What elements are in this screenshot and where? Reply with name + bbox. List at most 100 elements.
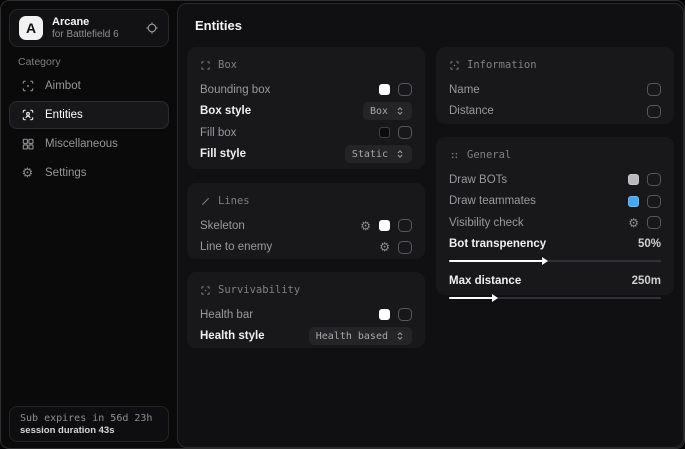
information-icon: [449, 60, 460, 71]
setting-label: Distance: [449, 105, 494, 117]
slider-thumb[interactable]: [542, 257, 548, 265]
skeleton-color-swatch[interactable]: [379, 220, 390, 231]
arcane-window: A Arcane for Battlefield 6 Category Aimb…: [0, 0, 685, 449]
dropdown-value: Static: [352, 149, 388, 160]
setting-row-health-bar: Health bar: [200, 304, 412, 326]
chevron-updown-icon: [395, 331, 405, 341]
setting-label: Visibility check: [449, 217, 524, 229]
bot-transparency-value: 50%: [638, 238, 661, 250]
chevron-updown-icon: [395, 106, 405, 116]
general-grid-icon: [449, 150, 460, 161]
app-name: Arcane: [52, 16, 136, 29]
panel-general: General Draw BOTs Draw teammates Visibil…: [436, 137, 674, 295]
max-distance-value: 250m: [632, 275, 661, 287]
setting-row-fill-box: Fill box: [200, 122, 412, 144]
panel-information: Information Name Distance: [436, 47, 674, 124]
visibility-check-settings-gear-icon[interactable]: ⚙: [628, 217, 639, 229]
name-checkbox[interactable]: [647, 83, 661, 96]
visibility-check-checkbox[interactable]: [647, 216, 661, 229]
panel-title: Survivability: [218, 284, 300, 296]
dropdown-value: Box: [370, 106, 388, 117]
sub-expiry-text: Sub expires in 56d 23h: [20, 413, 158, 424]
slider-fill: [449, 260, 544, 262]
draw-bots-checkbox[interactable]: [647, 173, 661, 186]
health-bar-checkbox[interactable]: [398, 308, 412, 321]
skeleton-checkbox[interactable]: [398, 219, 412, 232]
line-to-enemy-settings-gear-icon[interactable]: ⚙: [379, 241, 390, 253]
health-style-dropdown[interactable]: Health based: [309, 327, 412, 345]
setting-row-health-style: Health style Health based: [200, 326, 412, 348]
app-logo: A: [19, 16, 43, 40]
sidebar-item-label: Miscellaneous: [45, 138, 118, 150]
setting-row-draw-bots: Draw BOTs: [449, 169, 661, 191]
box-style-dropdown[interactable]: Box: [363, 102, 412, 120]
category-label: Category: [18, 56, 61, 68]
fill-box-color-swatch[interactable]: [379, 127, 390, 138]
sidebar-nav: Aimbot Entities Miscellaneous ⚙ Settings: [9, 72, 169, 187]
setting-row-bounding-box: Bounding box: [200, 79, 412, 101]
bounding-box-checkbox[interactable]: [398, 83, 412, 96]
line-to-enemy-checkbox[interactable]: [398, 241, 412, 254]
setting-label: Draw BOTs: [449, 174, 507, 186]
sidebar-item-entities[interactable]: Entities: [9, 101, 169, 129]
panel-title: General: [467, 149, 511, 161]
panel-survivability: Survivability Health bar Health style He…: [187, 272, 425, 348]
distance-checkbox[interactable]: [647, 105, 661, 118]
setting-label: Draw teammates: [449, 195, 536, 207]
settings-gear-icon: ⚙: [20, 165, 35, 181]
setting-row-skeleton: Skeleton ⚙: [200, 215, 412, 237]
setting-row-line-to-enemy: Line to enemy ⚙: [200, 237, 412, 259]
sidebar: A Arcane for Battlefield 6 Category Aimb…: [1, 1, 177, 448]
setting-label: Line to enemy: [200, 241, 272, 253]
draw-teammates-color-swatch[interactable]: [628, 196, 639, 207]
health-bar-color-swatch[interactable]: [379, 309, 390, 320]
sidebar-item-miscellaneous[interactable]: Miscellaneous: [9, 130, 169, 158]
entities-person-scan-icon: [20, 108, 35, 122]
setting-label: Health bar: [200, 309, 253, 321]
bot-transparency-slider[interactable]: [449, 256, 661, 266]
setting-row-name: Name: [449, 79, 661, 101]
panel-title: Information: [467, 59, 537, 71]
setting-row-distance: Distance: [449, 101, 661, 123]
app-subtitle: for Battlefield 6: [52, 29, 136, 41]
panel-lines: Lines Skeleton ⚙ Line to enemy ⚙: [187, 183, 425, 259]
chevron-updown-icon: [395, 149, 405, 159]
main-panel: Entities Box Bounding box Box style Box: [177, 3, 684, 448]
sidebar-item-settings[interactable]: ⚙ Settings: [9, 159, 169, 187]
setting-label: Max distance: [449, 275, 521, 287]
setting-row-draw-teammates: Draw teammates: [449, 191, 661, 213]
sidebar-item-aimbot[interactable]: Aimbot: [9, 72, 169, 100]
miscellaneous-grid-icon: [20, 137, 35, 151]
setting-label: Fill box: [200, 127, 236, 139]
draw-teammates-checkbox[interactable]: [647, 195, 661, 208]
skeleton-settings-gear-icon[interactable]: ⚙: [360, 220, 371, 232]
setting-label: Health style: [200, 330, 265, 342]
survivability-icon: [200, 285, 211, 296]
sidebar-item-label: Entities: [45, 109, 83, 121]
slider-thumb[interactable]: [492, 294, 498, 302]
setting-label: Name: [449, 84, 480, 96]
setting-row-max-distance: Max distance 250m: [449, 272, 661, 303]
fill-box-checkbox[interactable]: [398, 126, 412, 139]
setting-label: Skeleton: [200, 220, 245, 232]
setting-label: Bot transpenency: [449, 238, 546, 250]
setting-label: Bounding box: [200, 84, 270, 96]
aimbot-crosshair-icon: [20, 79, 35, 93]
setting-row-visibility-check: Visibility check ⚙: [449, 212, 661, 234]
setting-row-fill-style: Fill style Static: [200, 144, 412, 166]
draw-bots-color-swatch[interactable]: [628, 174, 639, 185]
setting-label: Fill style: [200, 148, 246, 160]
panel-title: Box: [218, 59, 237, 71]
setting-row-bot-transparency: Bot transpenency 50%: [449, 235, 661, 266]
bounding-box-color-swatch[interactable]: [379, 84, 390, 95]
max-distance-slider[interactable]: [449, 293, 661, 303]
setting-label: Box style: [200, 105, 251, 117]
subscription-card: Sub expires in 56d 23h session duration …: [9, 406, 169, 442]
sidebar-item-label: Settings: [45, 167, 87, 179]
panel-title: Lines: [218, 195, 250, 207]
fill-style-dropdown[interactable]: Static: [345, 145, 412, 163]
crosshair-icon[interactable]: [145, 21, 159, 35]
dropdown-value: Health based: [316, 331, 388, 342]
panel-box: Box Bounding box Box style Box Fill box: [187, 47, 425, 169]
session-duration-text: session duration 43s: [20, 425, 158, 436]
